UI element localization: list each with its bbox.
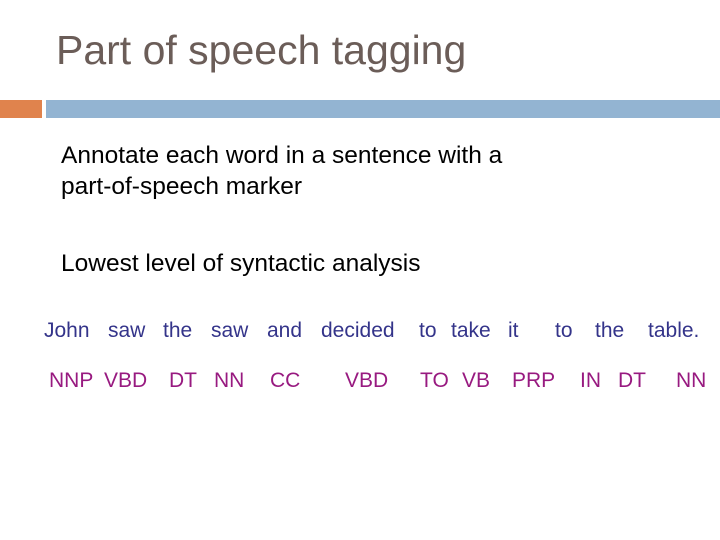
example-word: the — [163, 319, 193, 342]
example-word: to — [555, 319, 573, 342]
bullet-lowest-level: Lowest level of syntactic analysis — [61, 250, 421, 277]
pos-tag: NN — [676, 369, 707, 392]
example-word: decided — [321, 319, 395, 342]
pos-tag: DT — [169, 369, 197, 392]
example-word: table. — [648, 319, 700, 342]
example-word: the — [595, 319, 625, 342]
pos-tag: NN — [214, 369, 245, 392]
pos-tag: DT — [618, 369, 646, 392]
slide-title: Part of speech tagging — [56, 27, 467, 73]
example-word: to — [419, 319, 437, 342]
accent-bar-orange — [0, 100, 42, 118]
pos-tag: VBD — [104, 369, 148, 392]
example-word: and — [267, 319, 303, 342]
example-word: saw — [211, 319, 249, 342]
pos-tag: VB — [462, 369, 491, 392]
pos-tag: TO — [420, 369, 449, 392]
pos-tag: CC — [270, 369, 301, 392]
pos-tag: IN — [580, 369, 601, 392]
pos-tag: PRP — [512, 369, 556, 392]
accent-bar-blue — [46, 100, 720, 118]
example-word: John — [44, 319, 90, 342]
example-word: saw — [108, 319, 146, 342]
pos-tag: VBD — [345, 369, 389, 392]
bullet-annotate: Annotate each word in a sentence with a … — [61, 142, 503, 200]
pos-tag: NNP — [49, 369, 94, 392]
example-word: it — [508, 319, 519, 342]
example-word: take — [451, 319, 491, 342]
